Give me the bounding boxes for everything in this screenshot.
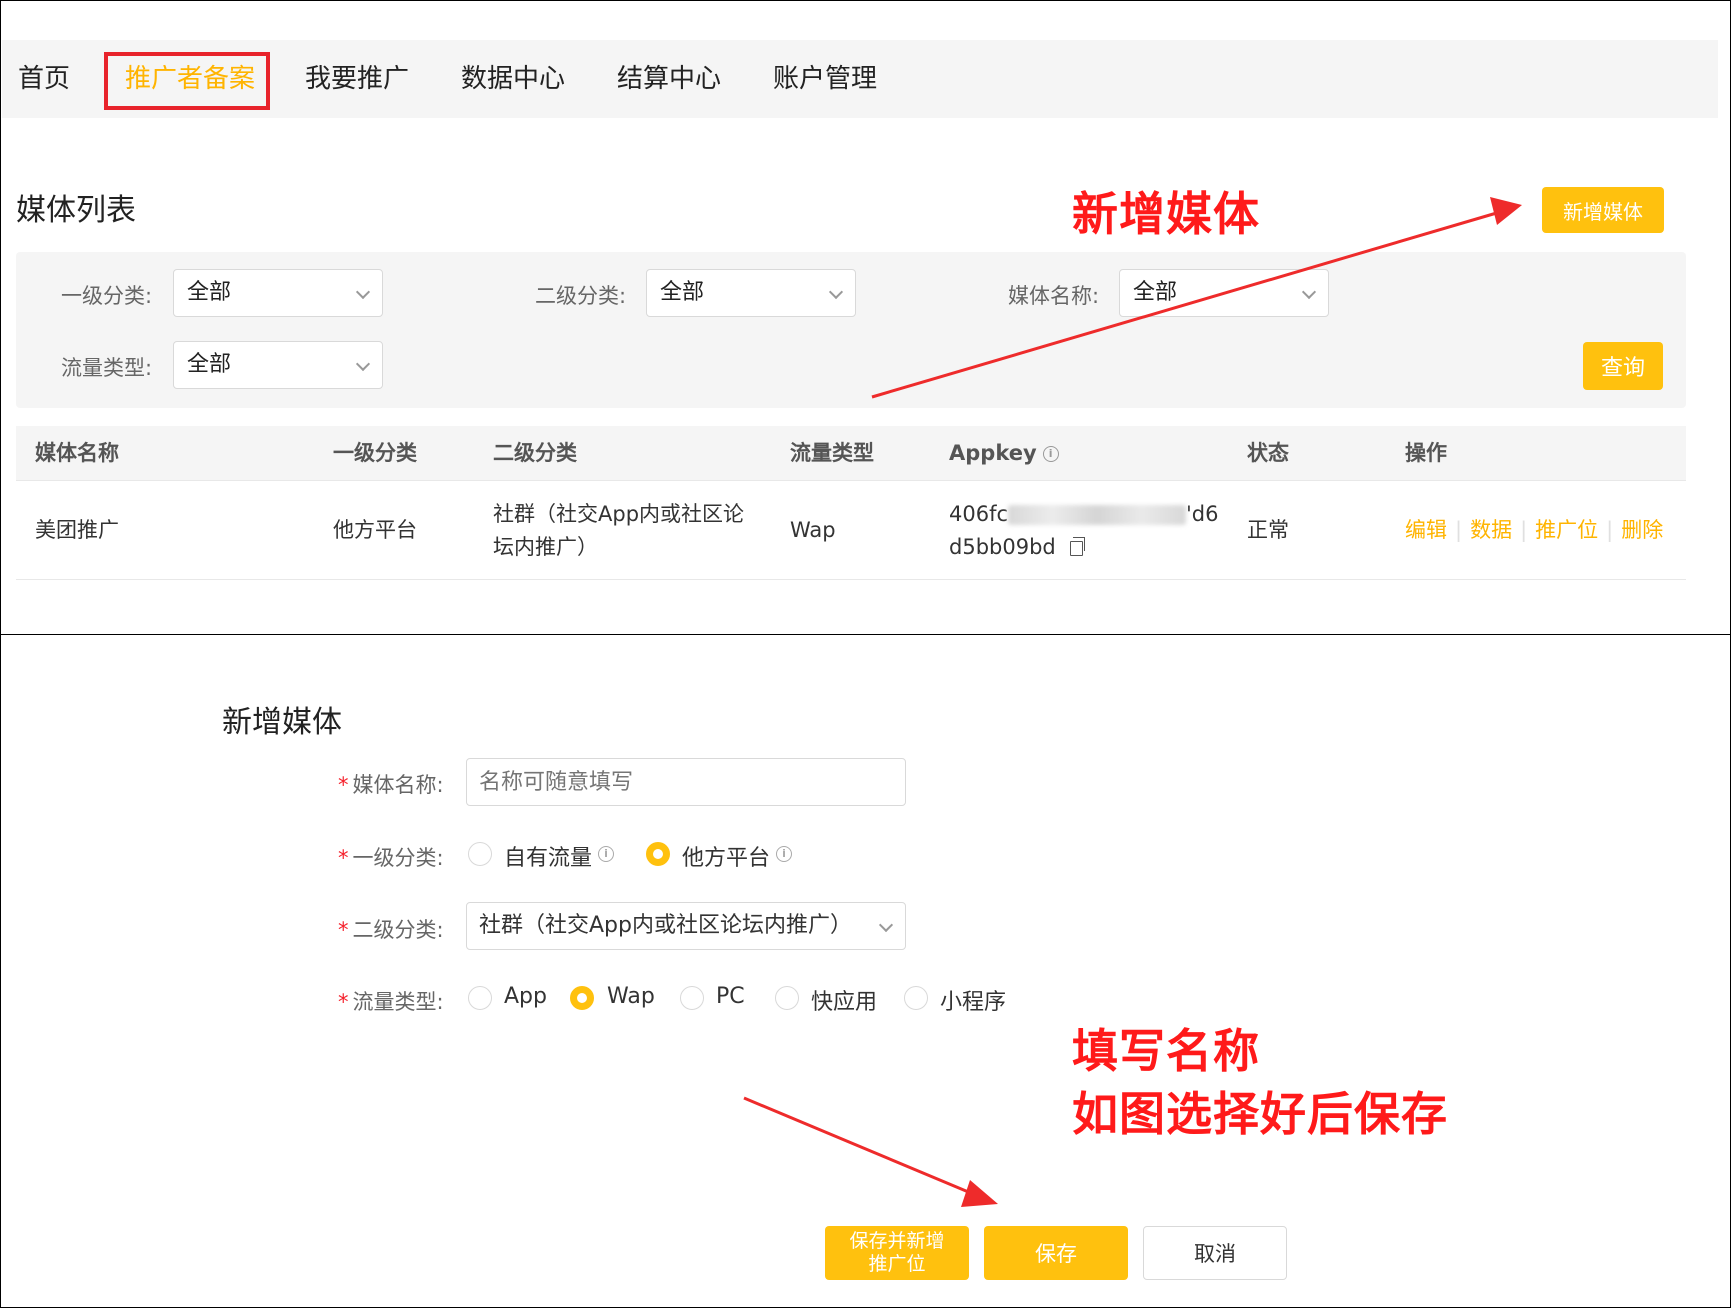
arrow-head-top (1490, 197, 1522, 225)
arrow-head-bottom (961, 1180, 998, 1207)
annotation-arrows (743, 197, 1522, 1207)
arrow-line-bottom (743, 1096, 979, 1198)
arrow-line-top (871, 210, 1501, 399)
